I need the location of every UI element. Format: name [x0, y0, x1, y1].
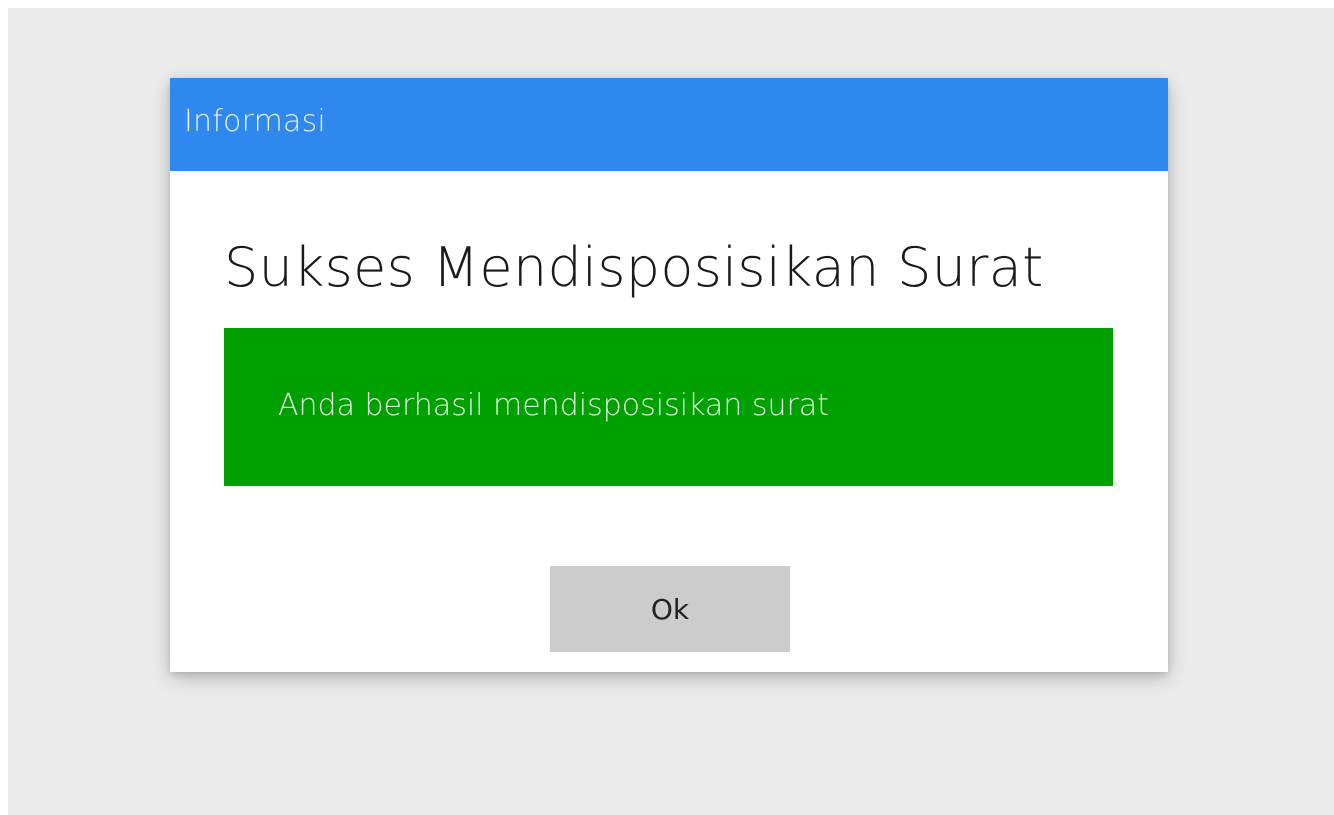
success-alert: Anda berhasil mendisposisikan surat: [224, 328, 1113, 486]
info-dialog: Informasi Sukses Mendisposisikan Surat A…: [170, 78, 1168, 672]
ok-button[interactable]: Ok: [550, 566, 790, 652]
success-message: Anda berhasil mendisposisikan surat: [278, 388, 829, 423]
dialog-title: Informasi: [184, 104, 326, 139]
dialog-heading: Sukses Mendisposisikan Surat: [224, 236, 1044, 299]
dialog-titlebar: Informasi: [170, 78, 1168, 171]
